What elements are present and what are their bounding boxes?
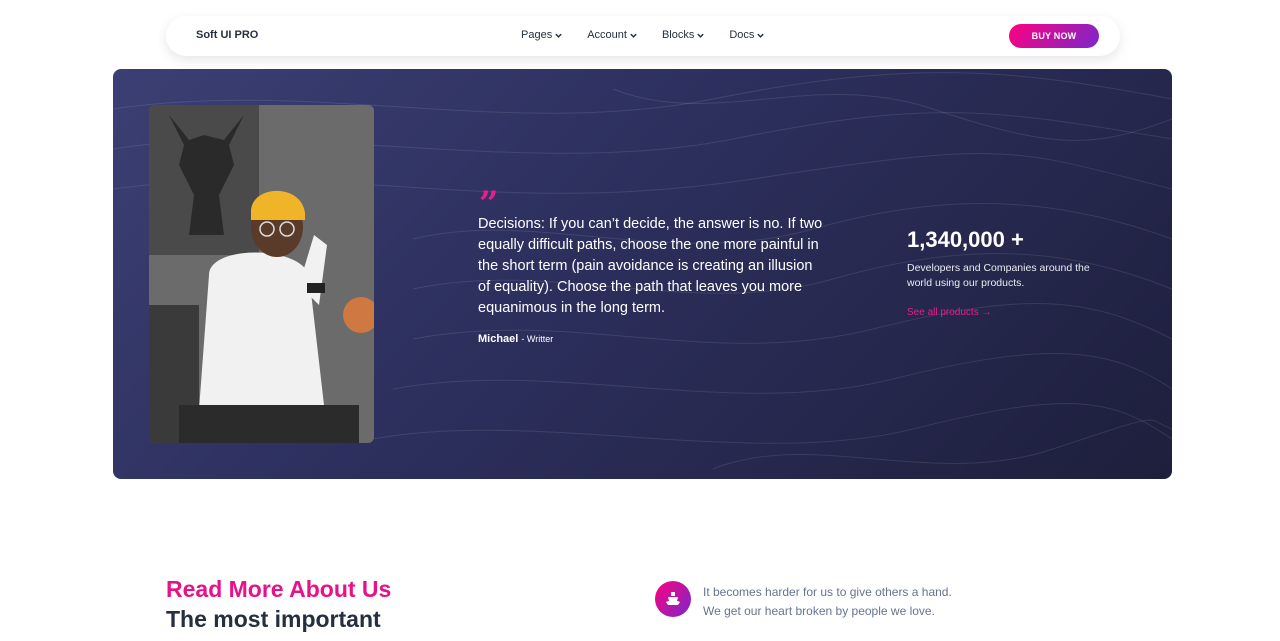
ship-icon-glyph <box>666 592 680 605</box>
section-accent-heading: Read More About Us <box>166 576 392 602</box>
portrait-photo <box>149 105 374 443</box>
navbar: Soft UI PRO Pages Account Blocks Docs BU… <box>166 16 1120 56</box>
testimonial-hero: ” Decisions: If you can’t decide, the an… <box>113 69 1172 479</box>
testimonial-quote: Decisions: If you can’t decide, the answ… <box>478 216 823 316</box>
feature-description: It becomes harder for us to give others … <box>703 583 952 620</box>
buy-now-button[interactable]: BUY NOW <box>1009 24 1099 48</box>
ship-icon <box>655 581 691 617</box>
chevron-down-icon <box>555 33 562 38</box>
nav-pages[interactable]: Pages <box>521 29 563 41</box>
section-heading: The most important <box>166 606 381 632</box>
portrait-illustration <box>149 105 374 443</box>
stat-description: Developers and Companies around the worl… <box>907 262 1090 289</box>
nav-docs[interactable]: Docs <box>729 29 765 41</box>
nav-docs-label: Docs <box>729 29 755 41</box>
see-all-products-link[interactable]: See all products → <box>907 307 992 318</box>
feature-line-1: It becomes harder for us to give others … <box>703 585 952 599</box>
nav-blocks-label: Blocks <box>661 29 695 41</box>
testimonial-author: Michael - Writter <box>478 333 553 345</box>
nav-pages-label: Pages <box>521 29 553 41</box>
brand-logo[interactable]: Soft UI PRO <box>196 29 258 41</box>
chevron-down-icon <box>630 33 637 38</box>
feature-line-2: We get our heart broken by people we lov… <box>703 603 935 618</box>
author-name: Michael <box>478 333 519 345</box>
stat-number: 1,340,000 + <box>907 227 1024 252</box>
chevron-down-icon <box>757 33 765 38</box>
author-role: - Writter <box>521 334 554 344</box>
nav-links: Pages Account Blocks Docs <box>521 29 789 41</box>
nav-blocks[interactable]: Blocks <box>662 29 705 41</box>
chevron-down-icon <box>697 33 705 38</box>
nav-account-label: Account <box>587 29 627 41</box>
nav-account[interactable]: Account <box>587 29 638 41</box>
